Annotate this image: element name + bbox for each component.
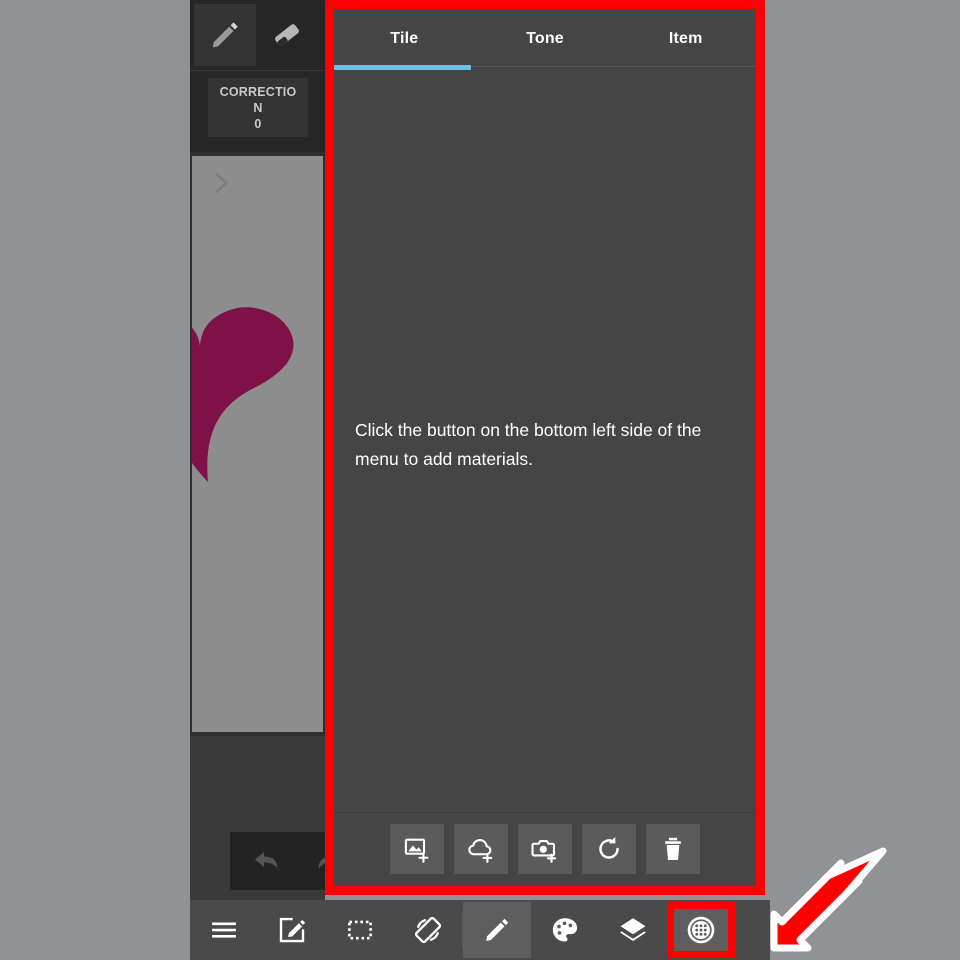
tool-rail-row xyxy=(190,0,325,70)
layers-button[interactable] xyxy=(599,902,667,958)
pencil-icon xyxy=(482,915,512,945)
correction-readout[interactable]: CORRECTION 0 xyxy=(208,78,308,137)
material-panel-highlight: Tile Tone Item Click the button on the b… xyxy=(325,0,765,895)
canvas-area[interactable] xyxy=(190,152,325,736)
pencil-icon xyxy=(208,18,242,52)
add-camera-icon xyxy=(531,835,559,863)
eraser-tool-button[interactable] xyxy=(256,4,318,66)
material-panel: Tile Tone Item Click the button on the b… xyxy=(334,9,756,886)
palette-icon xyxy=(550,915,580,945)
delete-button[interactable] xyxy=(646,824,700,874)
undo-arrow-icon[interactable] xyxy=(252,848,282,874)
material-actions-bar xyxy=(334,812,756,886)
rail-divider xyxy=(190,70,325,71)
screen-root: CORRECTION 0 Tile Tone Item Click the bu… xyxy=(0,0,960,960)
below-canvas-area xyxy=(190,736,341,900)
material-tabs: Tile Tone Item xyxy=(334,9,756,75)
refresh-icon xyxy=(595,835,623,863)
canvas-sheet[interactable] xyxy=(192,156,323,732)
trash-icon xyxy=(659,835,687,863)
half-heart-shape xyxy=(192,284,316,499)
active-tab-indicator xyxy=(334,65,471,70)
add-cloud-icon xyxy=(467,835,495,863)
bottom-app-bar xyxy=(190,900,770,960)
hamburger-menu-icon xyxy=(209,915,239,945)
empty-state-message: Click the button on the bottom left side… xyxy=(355,420,702,470)
edit-button[interactable] xyxy=(258,902,326,958)
correction-value: 0 xyxy=(254,116,262,131)
rotate-button[interactable] xyxy=(394,902,462,958)
red-arrow-annotation xyxy=(770,845,895,960)
add-cloud-button[interactable] xyxy=(454,824,508,874)
rotate-screen-icon xyxy=(413,915,443,945)
add-image-button[interactable] xyxy=(390,824,444,874)
chevron-right-icon[interactable] xyxy=(208,170,234,201)
refresh-button[interactable] xyxy=(582,824,636,874)
correction-label: CORRECTION xyxy=(219,84,297,115)
eraser-icon xyxy=(270,18,304,52)
layers-icon xyxy=(618,915,648,945)
materials-grid-icon xyxy=(686,915,716,945)
materials-button[interactable] xyxy=(667,902,735,958)
pencil-tool-button[interactable] xyxy=(194,4,256,66)
selection-marquee-icon xyxy=(345,915,375,945)
tool-rail: CORRECTION 0 xyxy=(190,0,325,152)
add-image-icon xyxy=(403,835,431,863)
material-list-body[interactable]: Click the button on the bottom left side… xyxy=(334,75,756,812)
color-button[interactable] xyxy=(531,902,599,958)
history-bar xyxy=(230,832,341,890)
add-camera-button[interactable] xyxy=(518,824,572,874)
compose-edit-icon xyxy=(277,915,307,945)
menu-button[interactable] xyxy=(190,902,258,958)
draw-button[interactable] xyxy=(463,902,531,958)
selection-button[interactable] xyxy=(326,902,394,958)
